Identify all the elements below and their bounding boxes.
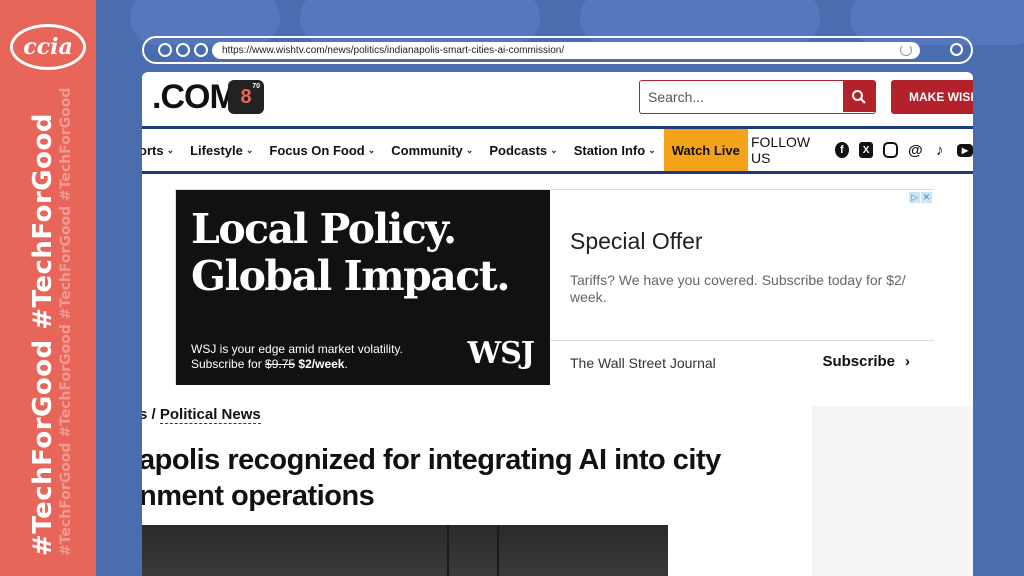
window-dot-icon[interactable]	[176, 43, 190, 57]
nav-item-station-info[interactable]: Station Info ⌄	[566, 129, 664, 171]
chevron-down-icon: ⌄	[367, 144, 376, 155]
offer-title: Special Offer	[570, 228, 703, 254]
nav-item-focus-on-food[interactable]: Focus On Food ⌄	[261, 129, 383, 171]
nav-item-community[interactable]: Community ⌄	[383, 129, 481, 171]
follow-label: FOLLOW US	[751, 134, 811, 166]
chevron-down-icon: ⌄	[245, 144, 254, 155]
site-header: .COM 8 70 MAKE WISHTV	[142, 72, 973, 128]
chevron-down-icon: ⌄	[166, 144, 175, 155]
publisher-name: The Wall Street Journal	[570, 355, 716, 371]
browser-toolbar: https://www.wishtv.com/news/politics/ind…	[142, 36, 973, 64]
x-icon[interactable]: X	[858, 142, 874, 158]
adchoices-icon[interactable]: ▷	[909, 192, 920, 203]
ad-headline: Local Policy. Global Impact.	[191, 205, 511, 300]
address-bar[interactable]: https://www.wishtv.com/news/politics/ind…	[212, 42, 920, 59]
ccia-logo: ccia	[10, 24, 86, 70]
offer-text: Tariffs? We have you covered. Subscribe …	[570, 272, 906, 305]
url-text: https://www.wishtv.com/news/politics/ind…	[222, 45, 565, 56]
ad-creative: Local Policy. Global Impact. WSJ is your…	[176, 190, 550, 385]
window-dot-icon[interactable]	[194, 43, 208, 57]
sidebar	[812, 406, 973, 576]
web-page: .COM 8 70 MAKE WISHTV orts⌄ Lifestyle⌄ F…	[142, 72, 973, 576]
ad-choices[interactable]: ▷ ✕	[909, 192, 932, 203]
follow-us: FOLLOW US f X @ ♪ ▶	[751, 129, 973, 171]
hashtag-watermark: #TechForGood #TechForGood #TechForGood #…	[58, 87, 74, 556]
site-logo[interactable]: .COM	[152, 78, 238, 117]
close-icon[interactable]: ✕	[921, 192, 932, 203]
chevron-down-icon: ⌄	[648, 144, 656, 155]
hashtag-text: #TechForGood #TechForGood	[28, 113, 58, 556]
article-title: apolis recognized for integrating AI int…	[142, 444, 721, 512]
watch-live-link[interactable]: Watch Live	[663, 129, 748, 171]
search-icon	[852, 89, 866, 104]
menu-circle-icon[interactable]	[950, 43, 963, 56]
ad-subtext: WSJ is your edge amid market volatility.…	[191, 342, 403, 371]
nav-item-sports[interactable]: orts ⌄	[142, 129, 182, 171]
main-nav: orts ⌄ Lifestyle ⌄ Focus On Food ⌄ Communit…	[142, 126, 973, 174]
reload-icon[interactable]	[900, 44, 912, 56]
nav-item-lifestyle[interactable]: Lifestyle ⌄	[182, 129, 261, 171]
ad-offer-panel: ▷ ✕ Special Offer Tariffs? We have you c…	[550, 190, 934, 385]
chevron-down-icon: ⌄	[550, 144, 558, 155]
threads-icon[interactable]: @	[908, 142, 923, 159]
facebook-icon[interactable]: f	[834, 142, 849, 158]
breadcrumb-link[interactable]: Political News	[159, 406, 261, 424]
search-input[interactable]	[640, 81, 843, 112]
article-hero-image	[142, 525, 668, 576]
tiktok-icon[interactable]: ♪	[933, 142, 947, 159]
wsj-logo: WSJ	[467, 336, 535, 371]
make-homepage-button[interactable]: MAKE WISHTV	[891, 80, 973, 114]
breadcrumb: s / Political News	[142, 406, 261, 424]
advertisement[interactable]: Local Policy. Global Impact. WSJ is your…	[175, 189, 934, 385]
window-controls	[158, 43, 208, 57]
anniversary-badge: 8 70	[228, 80, 264, 114]
subscribe-button[interactable]: Subscribe ›	[822, 353, 910, 370]
chevron-right-icon: ›	[905, 353, 910, 370]
youtube-icon[interactable]: ▶	[956, 143, 973, 157]
instagram-icon[interactable]	[883, 142, 898, 158]
brand-banner: ccia #TechForGood #TechForGood #TechForG…	[0, 0, 96, 576]
search-button[interactable]	[843, 81, 875, 112]
chevron-down-icon: ⌄	[465, 144, 474, 155]
nav-item-podcasts[interactable]: Podcasts ⌄	[481, 129, 565, 171]
search-box	[639, 80, 876, 114]
offer-footer: The Wall Street Journal Subscribe ›	[550, 340, 934, 385]
window-dot-icon[interactable]	[158, 43, 172, 57]
